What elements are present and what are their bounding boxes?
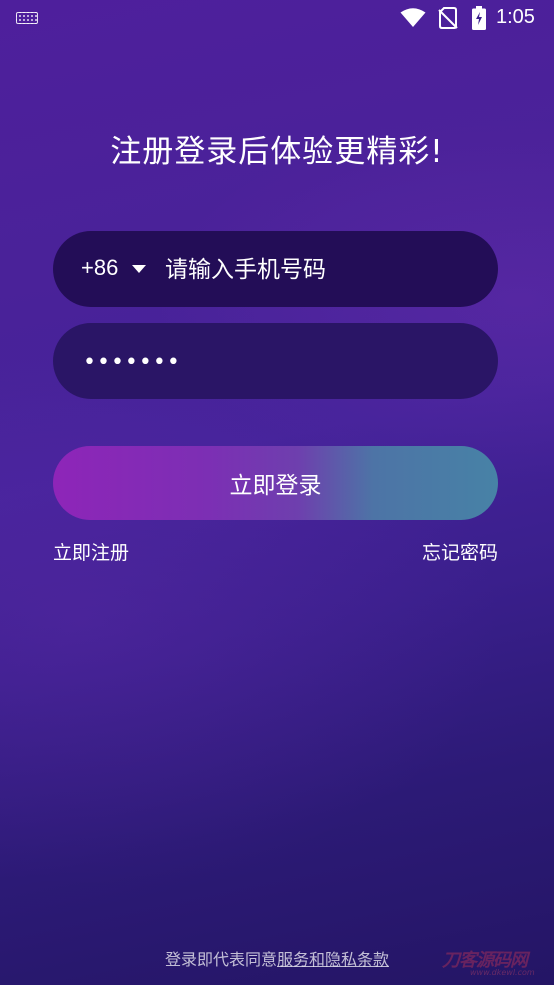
no-sim-icon bbox=[438, 7, 458, 29]
country-code-selector[interactable]: +86 bbox=[81, 255, 118, 281]
watermark-url: www.dkewl.com bbox=[470, 968, 535, 977]
chevron-down-icon[interactable] bbox=[132, 265, 146, 273]
password-input[interactable] bbox=[81, 343, 465, 381]
phone-field: +86 bbox=[53, 231, 498, 307]
wifi-icon bbox=[400, 8, 426, 27]
status-bar: 1:05 bbox=[0, 0, 554, 36]
page-title: 注册登录后体验更精彩! bbox=[110, 134, 444, 170]
terms-link[interactable]: 服务和隐私条款 bbox=[277, 950, 389, 969]
footer-prefix: 登录即代表同意 bbox=[164, 950, 277, 969]
forgot-password-link[interactable]: 忘记密码 bbox=[422, 538, 498, 565]
password-field bbox=[53, 323, 498, 399]
status-time: 1:05 bbox=[496, 6, 535, 28]
phone-input[interactable] bbox=[163, 251, 477, 289]
login-button[interactable]: 立即登录 bbox=[53, 446, 498, 520]
battery-icon bbox=[472, 6, 486, 30]
register-link[interactable]: 立即注册 bbox=[53, 538, 129, 565]
keyboard-icon bbox=[16, 12, 38, 24]
login-screen: 1:05 注册登录后体验更精彩! +86 立即登录 立即注册 忘记密码 登录即代… bbox=[0, 0, 554, 985]
